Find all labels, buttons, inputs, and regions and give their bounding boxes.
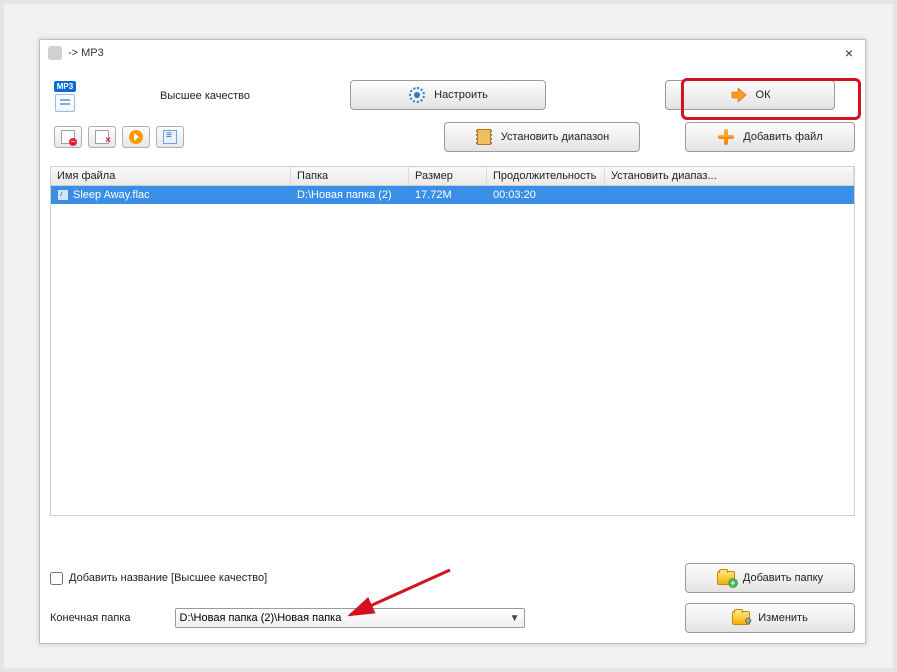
window-title: -> MP3 [68, 47, 104, 59]
titlebar: -> MP3 × [40, 40, 865, 66]
cell-name: Sleep Away.flac [73, 189, 150, 201]
cell-range [605, 193, 854, 197]
add-title-checkbox-input[interactable] [50, 572, 63, 585]
app-frame: -> MP3 × MP3 Высшее качество Настроить [0, 0, 897, 672]
info-button[interactable] [156, 126, 184, 148]
plus-icon [717, 128, 735, 146]
file-table: Имя файла Папка Размер Продолжительность… [50, 166, 855, 516]
set-range-button[interactable]: Установить диапазон [444, 122, 640, 152]
configure-button-label: Настроить [434, 89, 488, 101]
close-icon[interactable]: × [841, 45, 857, 61]
table-row[interactable]: Sleep Away.flac D:\Новая папка (2) 17.72… [51, 186, 854, 204]
remove-doc-icon [61, 130, 75, 144]
info-icon [163, 130, 177, 144]
annotation-highlight-ok [681, 78, 861, 120]
app-icon [48, 46, 62, 60]
sub-toolbar: Установить диапазон Добавить файл [40, 118, 865, 162]
add-folder-button-label: Добавить папку [743, 572, 823, 584]
add-folder-button[interactable]: Добавить папку [685, 563, 855, 593]
dest-folder-value: D:\Новая папка (2)\Новая папка [180, 612, 342, 624]
configure-button[interactable]: Настроить [350, 80, 546, 110]
clear-doc-icon [95, 130, 109, 144]
table-header: Имя файла Папка Размер Продолжительность… [51, 167, 854, 186]
add-title-label: Добавить название [Высшее качество] [69, 572, 267, 584]
chevron-down-icon: ▼ [510, 613, 520, 624]
film-icon [475, 128, 493, 146]
cell-duration: 00:03:20 [487, 187, 605, 203]
change-folder-button-label: Изменить [758, 612, 808, 624]
annotation-arrow [330, 565, 460, 625]
col-duration[interactable]: Продолжительность [487, 167, 605, 185]
gear-icon [408, 86, 426, 104]
cell-folder: D:\Новая папка (2) [291, 187, 409, 203]
play-button[interactable] [122, 126, 150, 148]
add-file-button-label: Добавить файл [743, 131, 822, 143]
file-icon [57, 189, 69, 201]
folder-gear-icon [732, 609, 750, 627]
dest-folder-label: Конечная папка [50, 612, 131, 624]
add-file-button[interactable]: Добавить файл [685, 122, 855, 152]
remove-item-button[interactable] [54, 126, 82, 148]
col-name[interactable]: Имя файла [51, 167, 291, 185]
col-size[interactable]: Размер [409, 167, 487, 185]
mp3-format-icon: MP3 [50, 81, 80, 112]
change-folder-button[interactable]: Изменить [685, 603, 855, 633]
set-range-button-label: Установить диапазон [501, 131, 610, 143]
col-folder[interactable]: Папка [291, 167, 409, 185]
table-body: Sleep Away.flac D:\Новая папка (2) 17.72… [51, 186, 854, 204]
cell-size: 17.72M [409, 187, 487, 203]
folder-add-icon [717, 569, 735, 587]
clear-list-button[interactable] [88, 126, 116, 148]
play-icon [129, 130, 143, 144]
quality-label: Высшее качество [160, 90, 250, 102]
dialog-window: -> MP3 × MP3 Высшее качество Настроить [39, 39, 866, 644]
add-title-checkbox[interactable]: Добавить название [Высшее качество] [50, 572, 267, 585]
col-range[interactable]: Установить диапаз... [605, 167, 854, 185]
